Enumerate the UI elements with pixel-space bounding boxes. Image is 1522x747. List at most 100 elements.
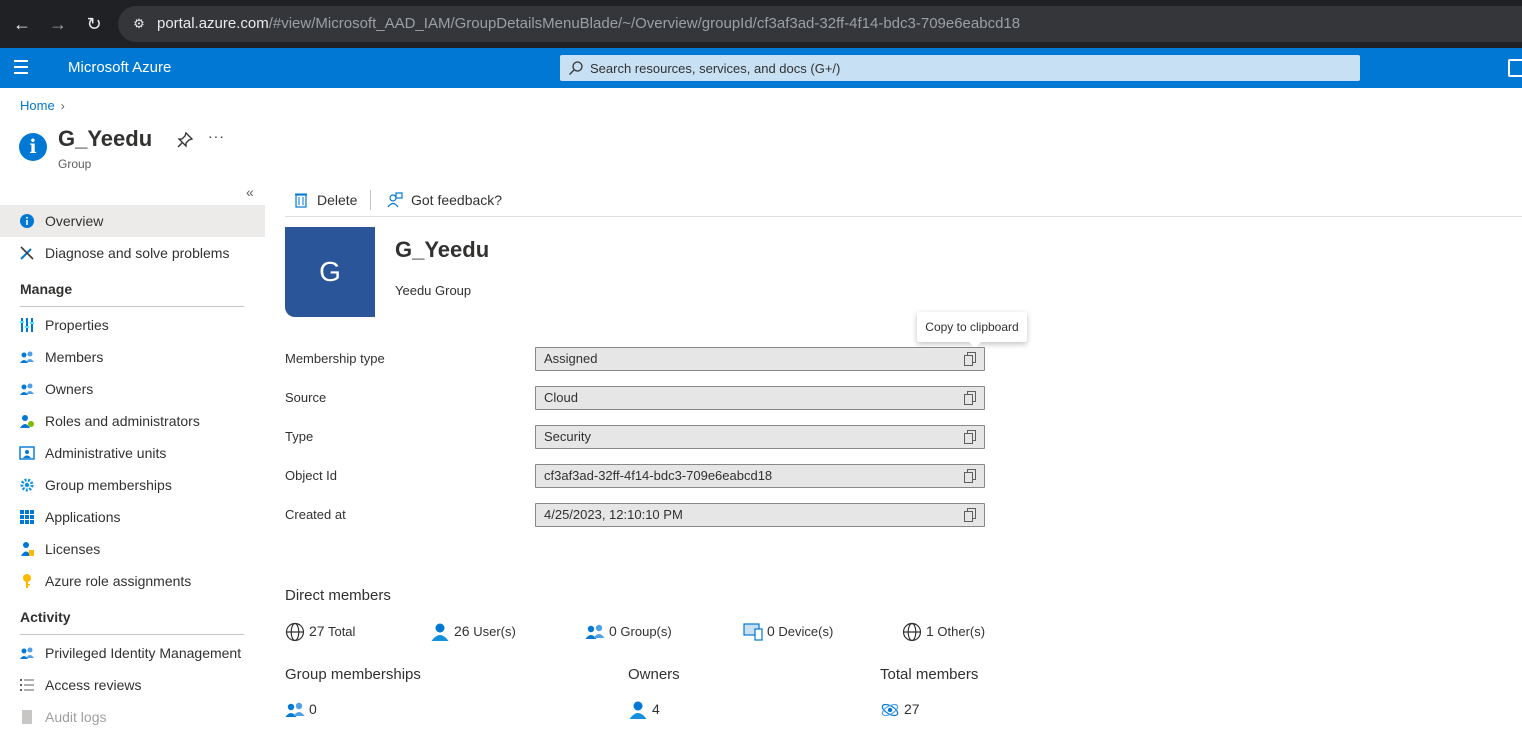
hamburger-menu-icon[interactable] (14, 60, 34, 76)
total-members-summary-stat[interactable]: 27 (880, 698, 920, 720)
total-label: Total (327, 624, 356, 639)
nav-item-azure-role-assignments[interactable]: Azure role assignments (0, 565, 265, 597)
cloud-shell-icon[interactable] (1508, 59, 1522, 77)
group-memberships-stat[interactable]: 0 (285, 698, 317, 720)
nav-section-manage: Manage (0, 269, 265, 309)
roles-icon (20, 415, 34, 428)
copy-tooltip: Copy to clipboard (917, 312, 1027, 348)
forward-arrow-icon[interactable]: → (46, 12, 70, 36)
source-field[interactable]: Cloud (535, 386, 985, 410)
command-separator (370, 190, 371, 210)
group-icon (585, 624, 605, 639)
more-options-button[interactable]: ··· (208, 128, 225, 144)
nav-section-activity: Activity (0, 597, 265, 637)
trash-icon (295, 193, 307, 208)
others-stat[interactable]: 1 Other(s) (902, 620, 985, 642)
nav-item-label: Members (45, 349, 104, 365)
group-icon (285, 702, 305, 717)
object-id-field[interactable]: cf3af3ad-32ff-4f14-bdc3-709e6eabcd18 (535, 464, 985, 488)
breadcrumb-home-link[interactable]: Home (20, 98, 55, 113)
nav-item-label: Audit logs (45, 709, 107, 725)
info-icon (20, 214, 34, 228)
membership-type-field[interactable]: Assigned (535, 347, 985, 371)
groups-value: 0 (609, 623, 617, 639)
total-members-stat[interactable]: 27 Total (285, 620, 355, 642)
collapse-nav-button[interactable]: « (246, 184, 254, 200)
device-icon (743, 623, 763, 641)
info-icon: i (19, 133, 47, 161)
nav-item-label: Properties (45, 317, 109, 333)
users-label: User(s) (473, 624, 516, 639)
groups-stat[interactable]: 0 Group(s) (585, 620, 672, 642)
url-text[interactable]: portal.azure.com/#view/Microsoft_AAD_IAM… (157, 6, 1020, 42)
copy-icon[interactable] (964, 352, 976, 366)
nav-item-owners[interactable]: Owners (0, 373, 265, 405)
nav-item-licenses[interactable]: Licenses (0, 533, 265, 565)
feedback-icon (387, 192, 403, 208)
devices-stat[interactable]: 0 Device(s) (743, 620, 833, 642)
groups-label: Group(s) (620, 624, 672, 639)
nav-item-pim[interactable]: Privileged Identity Management (0, 637, 265, 669)
search-input[interactable] (590, 55, 1350, 81)
nav-item-audit-logs[interactable]: Audit logs (0, 701, 265, 733)
wrench-icon (20, 246, 34, 260)
owners-stat[interactable]: 4 (628, 698, 660, 720)
nav-item-label: Applications (45, 509, 121, 525)
created-at-field[interactable]: 4/25/2023, 12:10:10 PM (535, 503, 985, 527)
others-label: Other(s) (937, 624, 986, 639)
delete-label: Delete (317, 192, 358, 208)
object-id-value: cf3af3ad-32ff-4f14-bdc3-709e6eabcd18 (544, 468, 773, 483)
azure-top-bar: Microsoft Azure (0, 48, 1522, 88)
nav-item-properties[interactable]: Properties (0, 309, 265, 341)
admin-units-icon (19, 446, 35, 460)
nav-item-label: Group memberships (45, 477, 172, 493)
grid-icon (20, 510, 34, 524)
left-nav: Overview Diagnose and solve problems Man… (0, 205, 265, 733)
group-avatar: G (285, 227, 375, 317)
address-bar[interactable]: ⚙ portal.azure.com/#view/Microsoft_AAD_I… (118, 6, 1522, 42)
nav-item-diagnose[interactable]: Diagnose and solve problems (0, 237, 265, 269)
users-value: 26 (454, 623, 470, 639)
properties-icon (20, 318, 34, 332)
members-icon (20, 351, 34, 363)
pin-icon[interactable] (176, 131, 194, 149)
object-id-label: Object Id (285, 468, 338, 483)
feedback-button[interactable]: Got feedback? (387, 188, 502, 212)
group-name: G_Yeedu (395, 237, 490, 262)
chevron-right-icon: › (60, 99, 65, 113)
nav-item-members[interactable]: Members (0, 341, 265, 373)
url-host: portal.azure.com (157, 15, 269, 32)
nav-item-roles[interactable]: Roles and administrators (0, 405, 265, 437)
delete-button[interactable]: Delete (293, 188, 357, 212)
license-icon (21, 542, 34, 556)
page-subtitle: Group (58, 157, 92, 171)
audit-icon (22, 710, 32, 724)
site-settings-icon[interactable]: ⚙ (130, 15, 148, 33)
reload-icon[interactable]: ↻ (82, 12, 106, 36)
gear-icon (20, 478, 34, 492)
back-arrow-icon[interactable]: ← (10, 12, 34, 36)
nav-item-label: Overview (45, 213, 104, 229)
search-icon (569, 61, 583, 75)
nav-item-applications[interactable]: Applications (0, 501, 265, 533)
nav-item-overview[interactable]: Overview (0, 205, 265, 237)
nav-item-access-reviews[interactable]: Access reviews (0, 669, 265, 701)
brand-title[interactable]: Microsoft Azure (68, 48, 171, 88)
type-field[interactable]: Security (535, 425, 985, 449)
devices-value: 0 (767, 623, 775, 639)
global-search[interactable] (560, 55, 1360, 81)
nav-item-group-memberships[interactable]: Group memberships (0, 469, 265, 501)
nav-item-label: Azure role assignments (45, 573, 192, 589)
copy-icon[interactable] (964, 508, 976, 522)
copy-icon[interactable] (964, 430, 976, 444)
group-description: Yeedu Group (395, 283, 472, 298)
copy-icon[interactable] (964, 469, 976, 483)
copy-icon[interactable] (964, 391, 976, 405)
users-stat[interactable]: 26 User(s) (430, 620, 516, 642)
user-icon (629, 701, 647, 719)
type-label: Type (285, 429, 314, 444)
membership-type-value: Assigned (544, 351, 598, 366)
owners-icon (20, 383, 34, 395)
type-value: Security (544, 429, 591, 444)
nav-item-admin-units[interactable]: Administrative units (0, 437, 265, 469)
